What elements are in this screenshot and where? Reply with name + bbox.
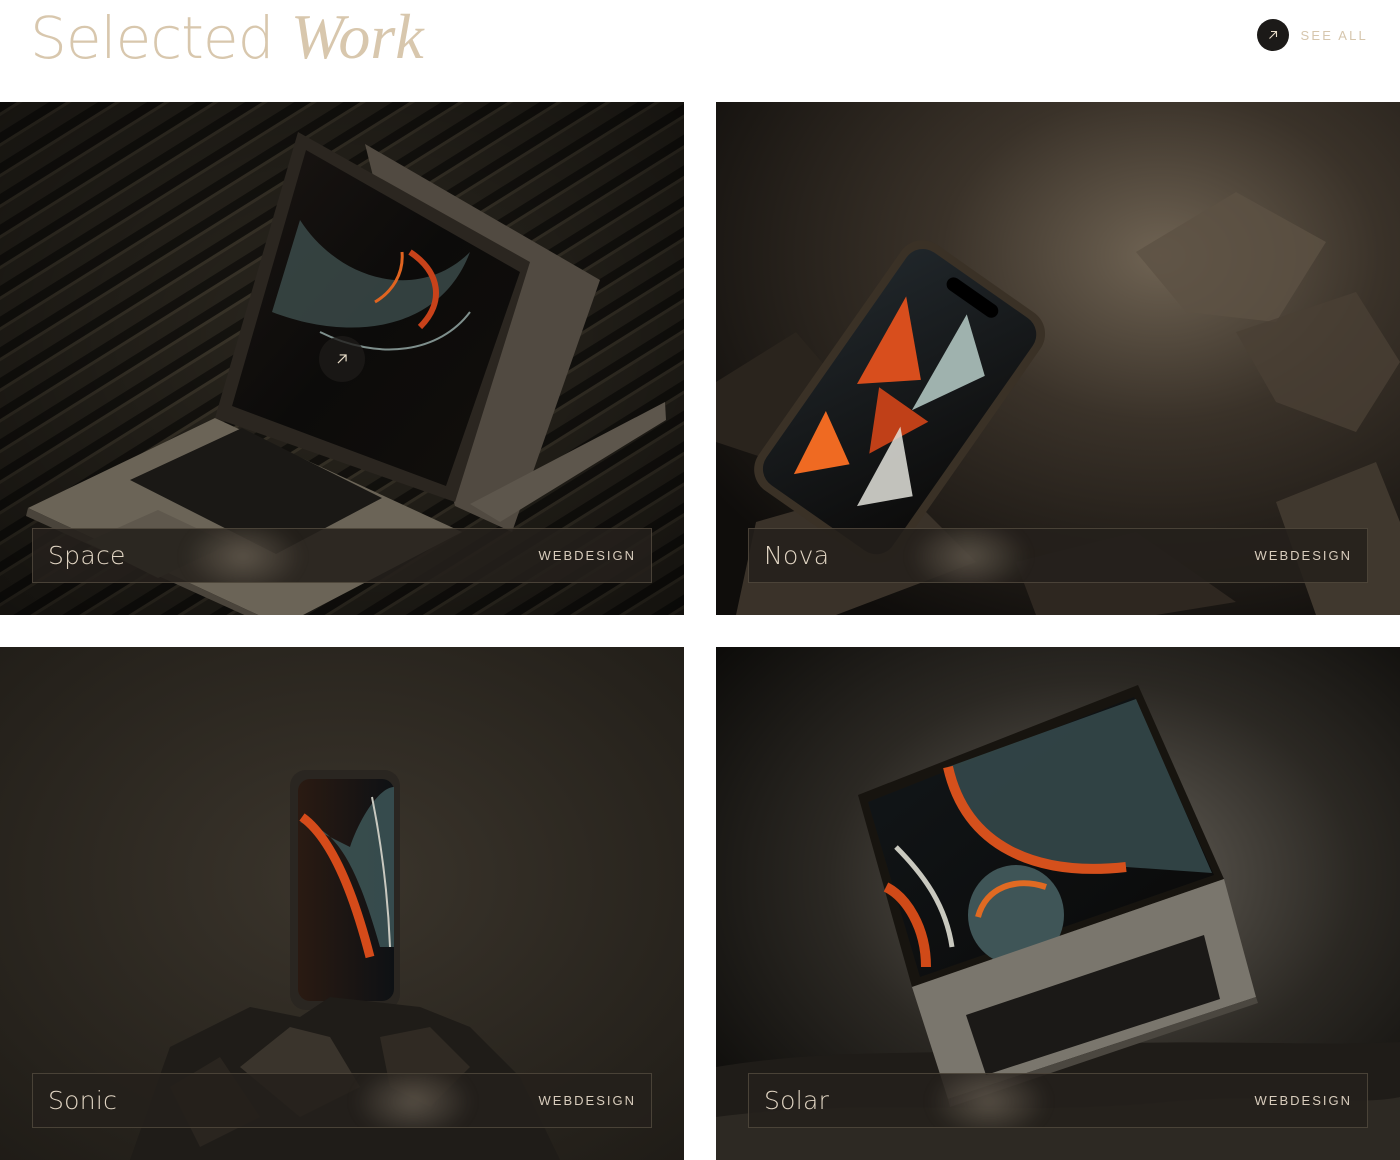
project-category: WEBDESIGN	[538, 548, 636, 563]
project-card-sonic[interactable]: Sonic WEBDESIGN	[0, 647, 684, 1160]
section-title: Selected Work	[30, 2, 424, 73]
project-caption[interactable]: Space WEBDESIGN	[32, 528, 652, 583]
project-card-solar[interactable]: Solar WEBDESIGN	[716, 647, 1400, 1160]
title-accent: Work	[290, 1, 424, 72]
arrow-up-right-icon[interactable]	[1256, 19, 1289, 51]
project-category: WEBDESIGN	[1254, 1093, 1352, 1108]
open-project-icon[interactable]	[319, 336, 365, 382]
project-title[interactable]: Sonic	[48, 1086, 117, 1115]
project-category: WEBDESIGN	[1254, 548, 1352, 563]
project-title[interactable]: Space	[48, 541, 126, 570]
project-category: WEBDESIGN	[538, 1093, 636, 1108]
section-header: Selected Work SEE ALL	[0, 0, 1400, 102]
project-caption[interactable]: Sonic WEBDESIGN	[32, 1073, 652, 1128]
project-title[interactable]: Nova	[764, 541, 829, 570]
project-caption[interactable]: Nova WEBDESIGN	[748, 528, 1368, 583]
see-all-link[interactable]: SEE ALL	[1256, 19, 1368, 51]
project-card-nova[interactable]: Nova WEBDESIGN	[716, 102, 1400, 615]
see-all-label[interactable]: SEE ALL	[1301, 28, 1368, 43]
project-card-space[interactable]: Space WEBDESIGN	[0, 102, 684, 615]
project-caption[interactable]: Solar WEBDESIGN	[748, 1073, 1368, 1128]
project-title[interactable]: Solar	[764, 1086, 829, 1115]
title-plain: Selected	[30, 4, 274, 72]
